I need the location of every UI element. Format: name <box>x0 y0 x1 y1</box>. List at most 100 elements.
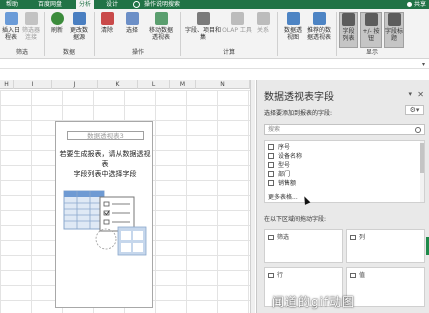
field-item[interactable]: 型号 <box>268 161 290 170</box>
search-icon <box>415 127 421 133</box>
filter-connections-label: 筛选器连接 <box>21 27 40 41</box>
column-header[interactable]: N <box>196 80 250 89</box>
pivottable-placeholder[interactable]: 数据透视表3 若要生成报表，请从数据透视表 字段列表中选择字段 <box>55 121 153 308</box>
tab-design[interactable]: 设计 <box>106 0 118 9</box>
tab-baidu-netdisk[interactable]: 百度网盘 <box>38 0 62 9</box>
field-search-placeholder: 搜索 <box>268 126 281 133</box>
column-header[interactable]: M <box>170 80 196 89</box>
more-tables-link[interactable]: 更多表格... <box>268 193 298 202</box>
filter-icon <box>268 235 274 240</box>
fields-items-sets-button[interactable]: 字段、项目和集 <box>184 12 222 48</box>
field-list: 序号 设备名称 型号 部门 销售额 更多表格... <box>264 140 425 203</box>
filter-area-label: 筛选 <box>268 232 289 241</box>
filter-area-text: 筛选 <box>277 234 290 241</box>
column-headers: H I J K L M N <box>0 80 250 89</box>
ribbon-separator <box>44 12 45 56</box>
share-button[interactable]: 共享 <box>406 0 426 9</box>
select-label: 选择 <box>125 27 138 34</box>
pivottable-hint-line1: 若要生成报表，请从数据透视表 <box>59 150 151 168</box>
columns-area-text: 列 <box>359 234 366 241</box>
filter-area[interactable]: 筛选 <box>264 229 343 263</box>
tab-analyze[interactable]: 分析 <box>76 0 95 9</box>
refresh-button[interactable]: 刷新 <box>48 12 66 48</box>
field-list-icon <box>342 13 355 26</box>
field-headers-button[interactable]: 字段标题 <box>384 12 404 48</box>
tab-help[interactable]: 帮助 <box>6 0 18 9</box>
gear-icon: ⚙▾ <box>409 106 420 114</box>
relationships-button[interactable]: 关系 <box>254 12 272 48</box>
insert-timeline-button[interactable]: 插入日程表 <box>2 12 20 48</box>
filter-connections-button[interactable]: 筛选器连接 <box>21 12 41 48</box>
column-header[interactable]: L <box>138 80 170 89</box>
data-source-icon <box>72 12 86 25</box>
column-header[interactable]: I <box>14 80 52 89</box>
columns-area[interactable]: 列 <box>346 229 425 263</box>
move-icon <box>154 12 168 25</box>
values-area-text: 值 <box>359 272 366 279</box>
clear-button[interactable]: 清除 <box>98 12 116 48</box>
tell-me-search[interactable]: 操作说明搜索 <box>144 0 180 9</box>
field-checkbox[interactable] <box>268 180 274 186</box>
field-headers-label: 字段标题 <box>385 28 404 42</box>
pivottable-hint-line2: 字段列表中选择字段 <box>73 170 137 178</box>
column-header[interactable]: K <box>98 80 138 89</box>
change-data-source-label: 更改数据源 <box>69 27 88 41</box>
ribbon-separator <box>336 12 337 56</box>
formula-bar[interactable]: ▾ <box>0 60 429 69</box>
recommended-pivottables-button[interactable]: 推荐的数据透视表 <box>305 12 333 48</box>
pivotchart-button[interactable]: 数据透视图 <box>282 12 304 48</box>
select-button[interactable]: 选择 <box>122 12 142 48</box>
plus-minus-icon <box>364 13 378 26</box>
group-label-data: 数据 <box>62 49 75 56</box>
tools-gear-button[interactable]: ⚙▾ <box>405 105 424 115</box>
field-checkbox[interactable] <box>268 171 274 177</box>
pivottable-fields-pane: 数据透视表字段 ▾ ✕ 选择要添加到报表的字段: ⚙▾ 搜索 序号 设备名称 型… <box>256 80 429 313</box>
pivottable-hint: 若要生成报表，请从数据透视表 字段列表中选择字段 <box>58 149 152 179</box>
field-checkbox[interactable] <box>268 162 274 168</box>
rows-area-label: 行 <box>268 270 283 279</box>
field-checkbox[interactable] <box>268 144 274 150</box>
refresh-label: 刷新 <box>50 27 63 34</box>
ribbon-separator <box>94 12 95 56</box>
relationships-icon <box>256 12 270 25</box>
select-icon <box>125 12 139 25</box>
rows-area-text: 行 <box>277 272 284 279</box>
field-item[interactable]: 销售额 <box>268 179 296 188</box>
pivot-illustration-icon <box>63 190 147 256</box>
sigma-icon <box>350 273 356 278</box>
field-checkbox[interactable] <box>268 153 274 159</box>
refresh-icon <box>50 12 64 25</box>
insert-timeline-label: 插入日程表 <box>2 27 21 41</box>
ribbon: 插入日程表 筛选器连接 筛选 刷新 更改数据源 数据 清除 选择 移动数据透视表… <box>0 9 429 59</box>
olap-icon <box>230 12 244 25</box>
vertical-scrollbar[interactable] <box>250 80 255 313</box>
field-search-input[interactable]: 搜索 <box>264 124 425 135</box>
move-pivottable-button[interactable]: 移动数据透视表 <box>148 12 174 48</box>
field-label: 销售额 <box>278 180 297 187</box>
field-item[interactable]: 部门 <box>268 170 290 179</box>
lightbulb-icon <box>133 1 140 8</box>
chevron-down-icon[interactable]: ▾ <box>408 90 412 98</box>
field-headers-icon <box>387 13 401 26</box>
scrollbar-thumb[interactable] <box>420 143 424 173</box>
pivotchart-icon <box>286 12 300 25</box>
plus-minus-buttons-button[interactable]: +/- 按钮 <box>360 12 382 48</box>
column-header[interactable]: J <box>52 80 98 89</box>
pivotchart-label: 数据透视图 <box>283 27 302 41</box>
field-list-button[interactable]: 字段列表 <box>339 12 358 48</box>
group-label-filter: 筛选 <box>15 49 28 56</box>
field-item[interactable]: 序号 <box>268 143 290 152</box>
field-item[interactable]: 设备名称 <box>268 152 302 161</box>
chevron-down-icon[interactable]: ▾ <box>422 61 425 68</box>
group-label-actions: 操作 <box>131 49 144 56</box>
close-icon[interactable]: ✕ <box>417 90 424 99</box>
olap-tools-button[interactable]: OLAP 工具 <box>222 12 252 48</box>
ribbon-separator <box>277 12 278 56</box>
values-area[interactable]: 值 <box>346 267 425 307</box>
field-list-scrollbar[interactable] <box>420 141 424 202</box>
group-label-show: 显示 <box>365 49 378 56</box>
change-data-source-button[interactable]: 更改数据源 <box>69 12 89 48</box>
column-header[interactable]: H <box>0 80 14 89</box>
fx-icon <box>196 12 210 25</box>
move-pivottable-label: 移动数据透视表 <box>148 27 173 41</box>
